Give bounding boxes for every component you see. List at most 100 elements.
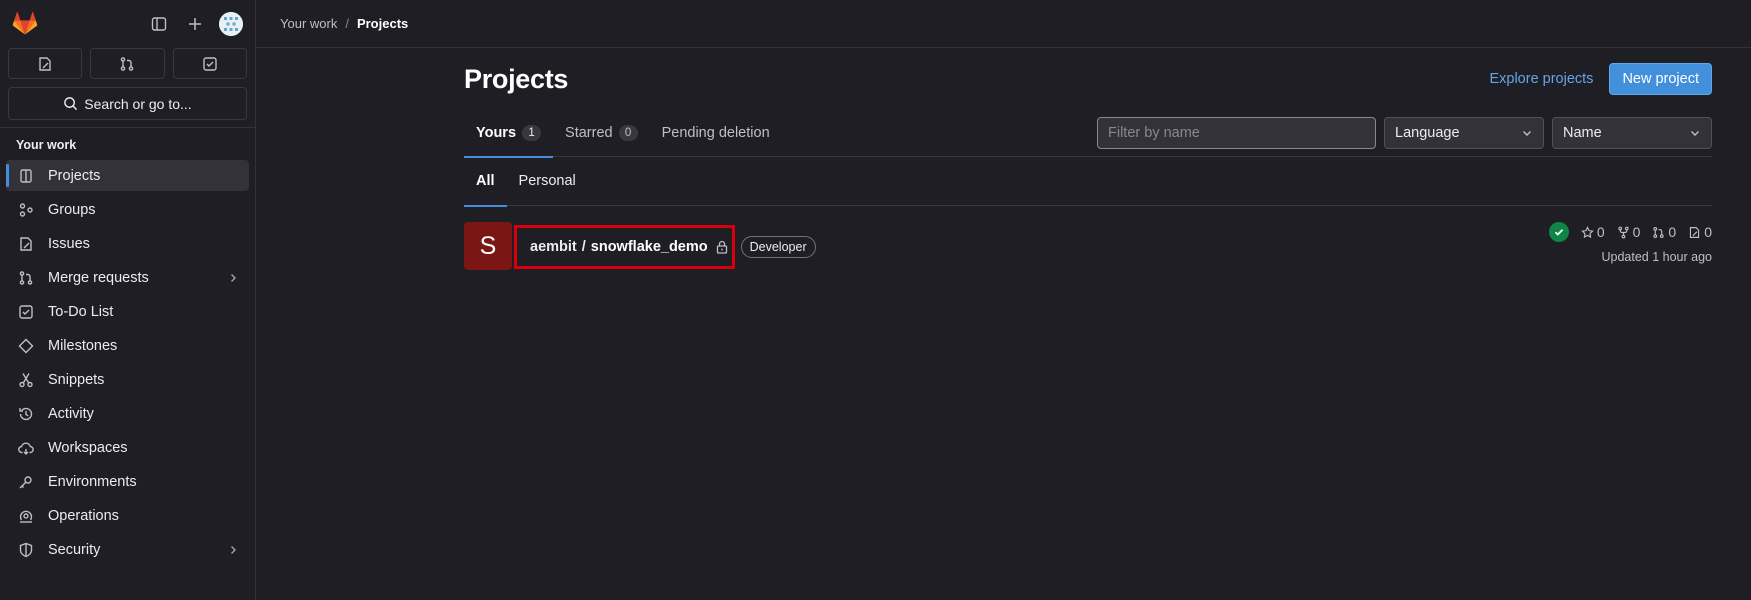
- tab-count-badge: 1: [522, 125, 542, 141]
- tab-yours[interactable]: Yours 1: [464, 110, 554, 158]
- merge-request-icon: [1652, 226, 1665, 239]
- role-badge: Developer: [740, 236, 816, 258]
- sidebar-item-projects[interactable]: Projects: [6, 160, 249, 191]
- sidebar-shortcuts: [0, 48, 255, 79]
- stat-value: 0: [1704, 224, 1712, 240]
- breadcrumb-separator: /: [345, 16, 349, 31]
- search-label: Search or go to...: [84, 95, 192, 112]
- project-list-item: S aembit / snowflake_demo Developer 0 0 …: [464, 206, 1712, 282]
- issues-icon: [18, 236, 34, 252]
- sidebar-top-actions: [147, 12, 243, 36]
- fork-icon: [1617, 226, 1630, 239]
- filter-bar: Language Name: [1097, 117, 1712, 149]
- stars-count[interactable]: 0: [1581, 224, 1605, 240]
- sidebar-item-milestones[interactable]: Milestones: [6, 330, 249, 361]
- tab-pending-deletion[interactable]: Pending deletion: [650, 110, 782, 157]
- sidebar-item-snippets[interactable]: Snippets: [6, 364, 249, 395]
- forks-count[interactable]: 0: [1617, 224, 1641, 240]
- tab-starred[interactable]: Starred 0: [553, 110, 650, 157]
- sidebar-nav: Projects Groups Issues Merge requests To…: [0, 160, 255, 565]
- tab-count-badge: 0: [618, 125, 638, 141]
- sidebar-item-label: Operations: [48, 507, 119, 524]
- lock-icon: [716, 240, 728, 254]
- search-button[interactable]: Search or go to...: [8, 87, 247, 120]
- breadcrumb: Your work / Projects: [256, 0, 1751, 48]
- sidebar-item-label: Snippets: [48, 371, 105, 388]
- stat-value: 0: [1632, 224, 1641, 240]
- tab-label: Starred: [565, 125, 613, 141]
- issues-icon: [1688, 226, 1701, 239]
- merge-request-icon: [18, 270, 34, 286]
- sidebar-item-todo[interactable]: To-Do List: [6, 296, 249, 327]
- subtab-all[interactable]: All: [464, 157, 507, 207]
- breadcrumb-current[interactable]: Projects: [357, 16, 408, 31]
- sidebar-section-title: Your work: [16, 138, 77, 152]
- dropdown-label: Name: [1563, 125, 1602, 141]
- sidebar-item-issues[interactable]: Issues: [6, 228, 249, 259]
- search-icon: [63, 96, 78, 111]
- sidebar-item-operations[interactable]: Operations: [6, 500, 249, 531]
- sidebar-item-label: To-Do List: [48, 303, 114, 320]
- project-name-link[interactable]: aembit / snowflake_demo: [514, 225, 735, 269]
- project-subtabs: All Personal: [464, 157, 1712, 207]
- project-path-separator: /: [581, 239, 586, 255]
- todo-icon: [18, 304, 34, 320]
- sidebar-item-workspaces[interactable]: Workspaces: [6, 432, 249, 463]
- chevron-down-icon: [1689, 127, 1701, 139]
- subtab-personal[interactable]: Personal: [507, 157, 588, 206]
- breadcrumb-parent-link[interactable]: Your work: [280, 16, 337, 31]
- sidebar-header: [0, 0, 255, 48]
- page-header: Projects Explore projects New project: [464, 48, 1712, 110]
- sidebar-item-label: Issues: [48, 235, 90, 252]
- tab-label: Pending deletion: [661, 125, 770, 141]
- project-namespace: aembit: [530, 239, 577, 255]
- language-dropdown[interactable]: Language: [1384, 117, 1544, 149]
- sidebar-toggle-icon[interactable]: [147, 12, 171, 36]
- sidebar-item-label: Activity: [48, 405, 94, 422]
- page-title: Projects: [464, 63, 569, 94]
- shield-icon: [18, 542, 34, 558]
- todo-shortcut-icon[interactable]: [172, 48, 247, 79]
- gitlab-logo-icon[interactable]: [12, 11, 38, 37]
- tab-label: Yours: [476, 125, 517, 141]
- milestone-icon: [18, 338, 34, 354]
- stat-value: 0: [1596, 224, 1605, 240]
- snippet-icon: [18, 372, 34, 388]
- sidebar-item-security[interactable]: Security: [6, 534, 249, 565]
- merge-requests-shortcut-icon[interactable]: [90, 48, 165, 79]
- workspace-icon: [18, 440, 34, 456]
- sidebar-item-label: Merge requests: [48, 269, 149, 286]
- header-actions: Explore projects New project: [1489, 63, 1712, 95]
- stat-value: 0: [1668, 224, 1677, 240]
- sidebar-item-label: Security: [48, 541, 101, 558]
- explore-projects-button[interactable]: Explore projects: [1489, 71, 1593, 87]
- history-icon: [18, 406, 34, 422]
- plus-icon[interactable]: [183, 12, 207, 36]
- dropdown-label: Language: [1395, 125, 1460, 141]
- operations-icon: [18, 508, 34, 524]
- sidebar-item-label: Workspaces: [48, 439, 128, 456]
- assigned-issues-icon[interactable]: [8, 48, 83, 79]
- project-name: snowflake_demo: [590, 239, 708, 255]
- sidebar-item-activity[interactable]: Activity: [6, 398, 249, 429]
- updated-timestamp: Updated 1 hour ago: [1601, 250, 1712, 264]
- star-icon: [1581, 225, 1594, 239]
- sort-dropdown[interactable]: Name: [1552, 117, 1712, 149]
- sidebar-item-environments[interactable]: Environments: [6, 466, 249, 497]
- chevron-right-icon: [227, 272, 239, 284]
- sidebar-item-groups[interactable]: Groups: [6, 194, 249, 225]
- project-meta: 0 0 0 0 Updated 1 hour ago: [1548, 222, 1712, 264]
- issues-count[interactable]: 0: [1688, 224, 1712, 240]
- user-avatar[interactable]: [219, 12, 243, 36]
- filter-by-name-input[interactable]: [1097, 117, 1376, 149]
- chevron-right-icon: [227, 544, 239, 556]
- pipeline-status-success-icon[interactable]: [1548, 222, 1569, 242]
- environment-icon: [18, 474, 34, 490]
- merge-requests-count[interactable]: 0: [1652, 224, 1676, 240]
- project-icon: [18, 168, 34, 184]
- sidebar-item-merge-requests[interactable]: Merge requests: [6, 262, 249, 293]
- project-stats: 0 0 0 0: [1548, 222, 1712, 242]
- sidebar-item-label: Projects: [48, 167, 101, 184]
- project-avatar[interactable]: S: [464, 222, 512, 270]
- new-project-button[interactable]: New project: [1609, 63, 1712, 95]
